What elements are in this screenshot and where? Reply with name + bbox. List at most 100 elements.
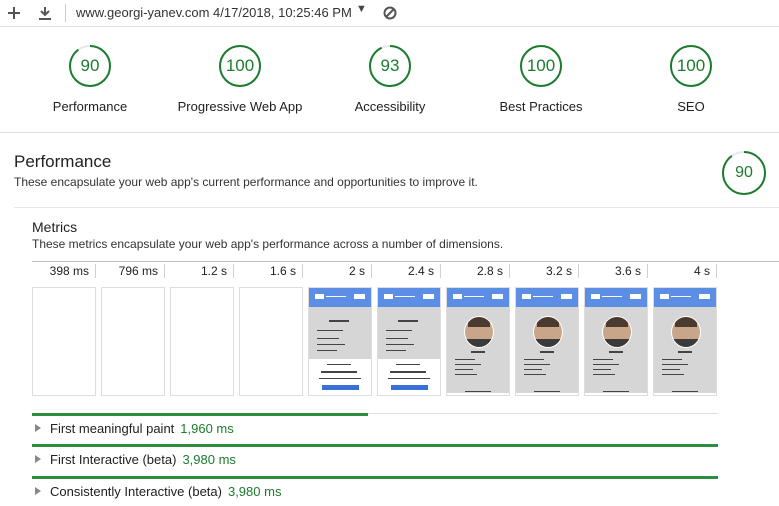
thumbnail-graphic — [662, 359, 682, 360]
thumbnail-graphic — [662, 374, 684, 375]
thumbnail-graphic — [533, 316, 563, 348]
thumbnail-graphic — [609, 351, 623, 353]
score-summary: 90 Performance 100 Progressive Web App 9… — [0, 27, 779, 133]
thumbnail-graphic — [388, 378, 430, 379]
expand-arrow-icon[interactable] — [35, 455, 41, 463]
thumbnail-graphic — [593, 374, 615, 375]
frame-thumbnail — [308, 287, 372, 396]
frame-thumbnail — [170, 287, 234, 396]
thumbnail-graphic — [378, 307, 440, 359]
performance-heading: Performance — [14, 152, 112, 171]
thumbnail-graphic — [465, 391, 491, 392]
thumbnail-graphic — [524, 369, 542, 370]
thumbnail-graphic — [391, 385, 428, 390]
thumbnail-graphic — [315, 294, 324, 299]
thumbnail-graphic — [672, 391, 698, 392]
thumbnail-graphic — [327, 364, 351, 365]
thumbnail-graphic — [423, 294, 434, 299]
metric-label: First meaningful paint — [50, 421, 175, 436]
score-label: SEO — [677, 99, 705, 114]
frame-thumbnail — [653, 287, 717, 396]
thumbnail-graphic — [602, 316, 632, 348]
thumbnail-graphic — [662, 369, 680, 370]
frame-time: 1.2 s — [170, 264, 234, 278]
score-item-best-practices[interactable]: 100 Best Practices — [461, 44, 621, 114]
expand-arrow-icon[interactable] — [35, 487, 41, 495]
metric-value: 1,960 ms — [180, 421, 234, 436]
thumbnail-graphic — [321, 371, 357, 373]
metrics-heading: Metrics — [32, 219, 78, 235]
thumbnail-graphic — [522, 294, 531, 299]
frame-thumbnail — [32, 287, 96, 396]
section-divider — [14, 207, 779, 208]
metric-bar — [32, 413, 369, 416]
score-value: 90 — [80, 56, 100, 75]
filmstrip-frame: 3.6 s — [584, 264, 648, 396]
thumbnail-graphic — [465, 339, 493, 347]
thumbnail-graphic — [654, 288, 716, 307]
filmstrip-frame: 2.8 s — [446, 264, 510, 396]
filmstrip-frame: 1.2 s — [170, 264, 234, 396]
frame-thumbnail — [584, 287, 648, 396]
thumbnail-graphic — [455, 369, 473, 370]
filmstrip-frame: 4 s — [653, 264, 717, 396]
metric-row-first-meaningful-paint[interactable]: First meaningful paint 1,960 ms — [32, 413, 718, 443]
thumbnail-graphic — [395, 296, 415, 297]
thumbnail-graphic — [447, 288, 509, 307]
thumbnail-graphic — [309, 307, 371, 359]
thumbnail-graphic — [593, 359, 613, 360]
thumbnail-graphic — [309, 288, 371, 307]
score-gauge: 100 — [669, 44, 713, 88]
thumbnail-graphic — [603, 391, 629, 392]
thumbnail-graphic — [384, 294, 393, 299]
download-icon[interactable] — [35, 3, 55, 23]
caret-down-icon[interactable]: ▼ — [356, 3, 367, 15]
thumbnail-graphic — [386, 350, 406, 351]
thumbnail-graphic — [534, 339, 562, 347]
frame-time: 398 ms — [32, 264, 96, 278]
metrics-description: These metrics encapsulate your web app's… — [32, 237, 504, 251]
score-item-accessibility[interactable]: 93 Accessibility — [310, 44, 470, 114]
thumbnail-graphic — [317, 330, 343, 331]
thumbnail-graphic — [317, 350, 337, 351]
thumbnail-graphic — [606, 317, 628, 327]
metric-bar — [32, 476, 718, 479]
frame-time: 3.6 s — [584, 264, 648, 278]
filmstrip-frame: 3.2 s — [515, 264, 579, 396]
thumbnail-graphic — [455, 374, 477, 375]
thumbnail-graphic — [662, 364, 688, 365]
thumbnail-graphic — [398, 320, 418, 322]
filmstrip-frame: 796 ms — [101, 264, 165, 396]
frame-thumbnail — [446, 287, 510, 396]
frame-thumbnail — [515, 287, 579, 396]
toolbar-separator — [65, 4, 66, 22]
score-label: Progressive Web App — [177, 99, 303, 114]
thumbnail-graphic — [492, 294, 503, 299]
plus-icon[interactable] — [4, 3, 24, 23]
thumbnail-graphic — [593, 369, 611, 370]
score-item-performance[interactable]: 90 Performance — [10, 44, 170, 114]
thumbnail-graphic — [630, 294, 641, 299]
frame-thumbnail — [377, 287, 441, 396]
score-value: 100 — [526, 56, 556, 75]
thumbnail-graphic — [671, 316, 701, 348]
score-item-pwa[interactable]: 100 Progressive Web App — [160, 44, 320, 114]
thumbnail-graphic — [319, 378, 361, 379]
metric-row-first-interactive[interactable]: First Interactive (beta) 3,980 ms — [32, 444, 718, 474]
performance-score-value: 90 — [735, 164, 753, 181]
score-item-seo[interactable]: 100 SEO — [611, 44, 771, 114]
thumbnail-graphic — [540, 351, 554, 353]
thumbnail-graphic — [386, 338, 408, 339]
expand-arrow-icon[interactable] — [35, 424, 41, 432]
block-icon[interactable] — [380, 3, 400, 23]
score-label: Accessibility — [354, 99, 426, 114]
frame-time: 796 ms — [101, 264, 165, 278]
thumbnail-graphic — [678, 351, 692, 353]
metric-row-consistently-interactive[interactable]: Consistently Interactive (beta) 3,980 ms — [32, 476, 718, 506]
metric-text: First Interactive (beta) 3,980 ms — [50, 452, 236, 467]
frame-time: 2.8 s — [446, 264, 510, 278]
frame-time: 2 s — [308, 264, 372, 278]
thumbnail-graphic — [455, 364, 481, 365]
thumbnail-graphic — [593, 364, 619, 365]
metric-label: First Interactive (beta) — [50, 452, 177, 467]
